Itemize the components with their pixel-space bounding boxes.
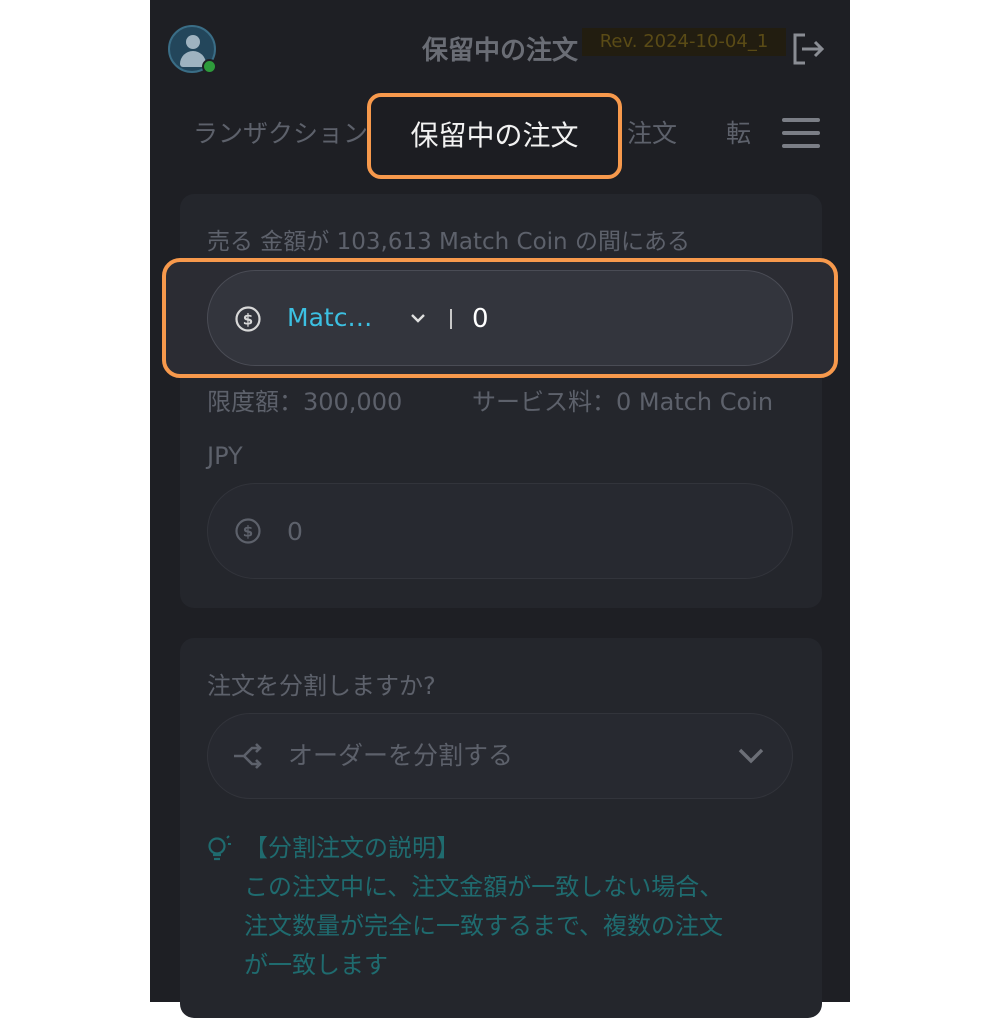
split-select-value[interactable]: オーダーを分割する	[288, 735, 513, 777]
info-line: が一致します	[244, 951, 388, 979]
user-avatar-icon[interactable]	[168, 25, 217, 74]
info-line: 注文数量が完全に一致するまで、複数の注文	[244, 912, 724, 940]
limit-text: 限度額：300,000	[207, 388, 403, 416]
menu-line	[782, 118, 820, 122]
info-line: この注文中に、注文金額が一致しない場合、	[244, 873, 724, 901]
split-arrows-icon	[234, 743, 262, 769]
dollar-coin-icon: $	[235, 518, 261, 544]
tab-pending-orders[interactable]: 保留中の注文	[367, 93, 622, 179]
menu-line	[782, 131, 820, 135]
hamburger-menu-icon[interactable]	[782, 118, 820, 148]
dollar-coin-icon: $	[235, 306, 261, 332]
tab-transactions-label: ランザクション	[192, 119, 368, 148]
input-divider	[450, 309, 452, 329]
svg-text:$: $	[243, 311, 253, 329]
tab-transfer[interactable]: 転	[726, 112, 751, 156]
lightbulb-icon	[208, 835, 231, 861]
amount-value[interactable]: 0	[472, 298, 489, 340]
tab-transactions[interactable]: ランザクション	[150, 112, 368, 156]
chevron-down-icon[interactable]	[736, 744, 766, 768]
avatar-head	[186, 35, 200, 49]
sell-range-label: 売る 金額が 103,613 Match Coin の間にある	[207, 229, 690, 255]
service-fee-text: サービス料：0 Match Coin	[472, 388, 774, 416]
currency-select[interactable]: Matc…	[287, 298, 372, 338]
tab-orders[interactable]: 注文	[627, 112, 677, 156]
jpy-value[interactable]: 0	[287, 511, 303, 553]
menu-line	[782, 144, 820, 148]
split-info-title: 【分割注文の説明】	[244, 834, 460, 862]
revision-badge: Rev. 2024-10-04_1	[582, 28, 786, 56]
jpy-label: JPY	[207, 442, 243, 470]
split-question: 注文を分割しますか?	[207, 672, 436, 700]
chevron-down-icon[interactable]	[408, 308, 428, 328]
split-info-text: この注文中に、注文金額が一致しない場合、 注文数量が完全に一致するまで、複数の注…	[244, 868, 804, 985]
logout-icon[interactable]	[789, 30, 827, 68]
svg-text:$: $	[243, 523, 253, 541]
online-status-dot	[202, 59, 217, 74]
